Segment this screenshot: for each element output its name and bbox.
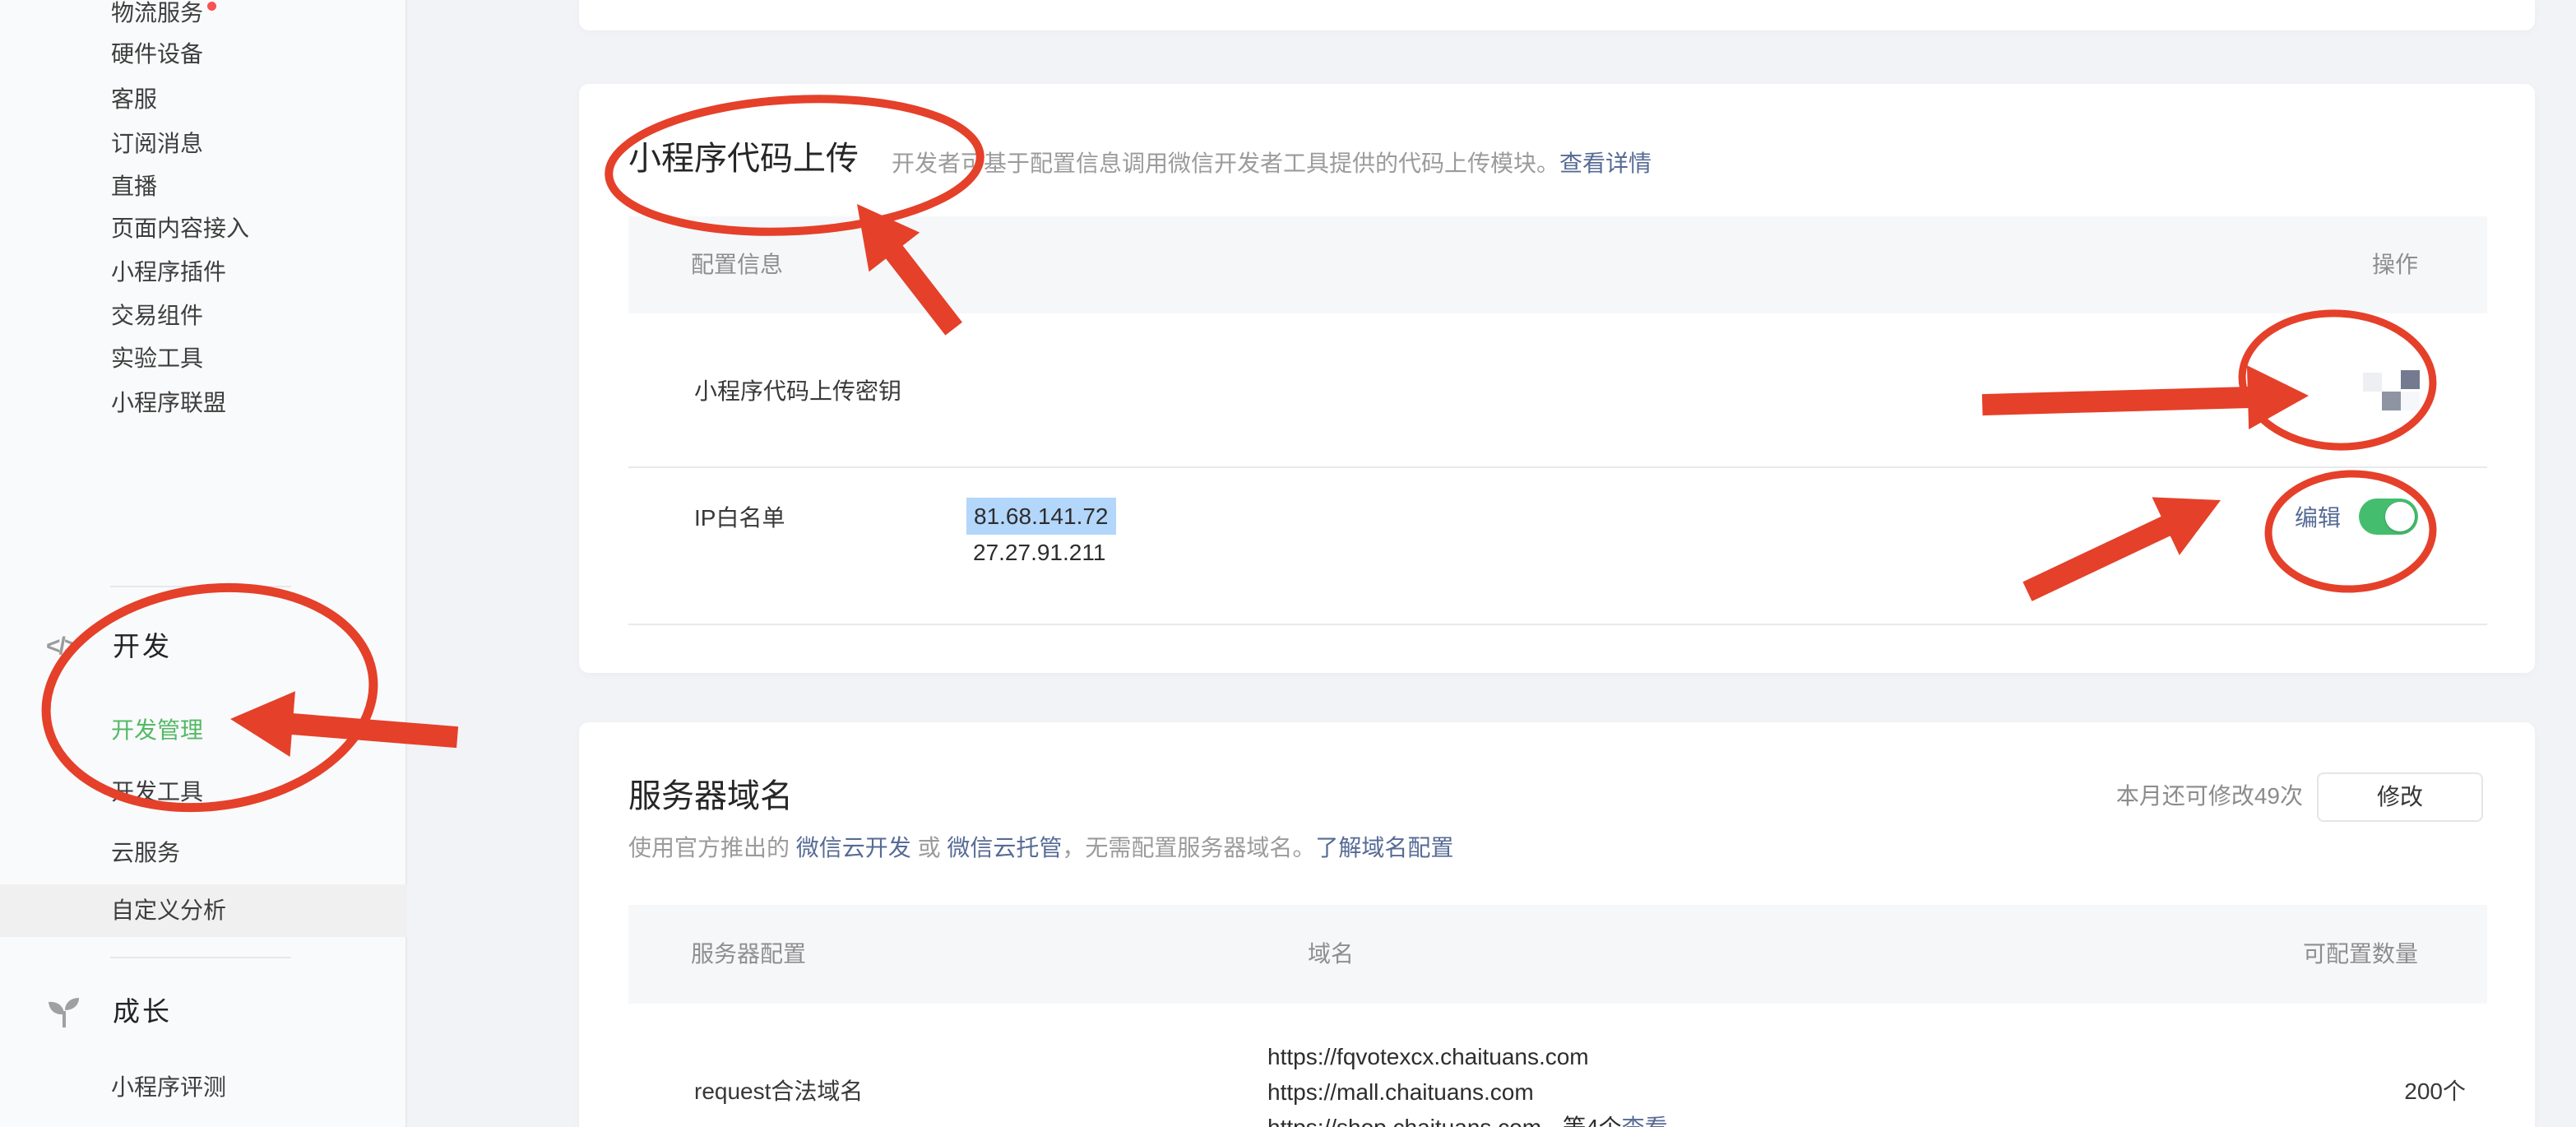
- sidebar-item-dev-tools[interactable]: 开发工具: [111, 776, 374, 809]
- checker-square-light: [2401, 392, 2420, 410]
- ip-line-second: 27.27.91.211: [966, 535, 1116, 570]
- domain-more-count: 等4个: [1563, 1115, 1622, 1127]
- checker-square-dark: [2401, 370, 2420, 389]
- page-canvas: 物流服务 硬件设备 客服 订阅消息 直播 页面内容接入 小程序插件 交易组件 实…: [0, 0, 2576, 1127]
- sidebar-item-logistics[interactable]: 物流服务: [111, 0, 374, 30]
- intro-prefix: 使用官方推出的: [628, 835, 796, 860]
- sidebar-item-trade-component[interactable]: 交易组件: [111, 299, 374, 332]
- sprout-icon-svg: [46, 995, 82, 1029]
- quantity-value: 200个: [2404, 1080, 2466, 1103]
- new-badge-dot: [207, 2, 216, 11]
- code-upload-card: 小程序代码上传 开发者可基于配置信息调用微信开发者工具提供的代码上传模块。查看详…: [579, 84, 2535, 673]
- request-domain-list: https://fqvotexcx.chaituans.com https://…: [1267, 1039, 1668, 1127]
- ip-line-selected: 81.68.141.72: [966, 499, 1116, 535]
- domain-table-header: 服务器配置 域名 可配置数量: [628, 905, 2487, 1004]
- request-domain-row-label: request合法域名: [694, 1080, 863, 1103]
- domain-line-text: https://shop.chaituans.com: [1267, 1115, 1541, 1127]
- server-domain-card: 服务器域名 本月还可修改49次 修改 使用官方推出的 微信云开发 或 微信云托管…: [579, 722, 2535, 1127]
- quantity-header: 可配置数量: [2303, 905, 2418, 1004]
- toggle-knob: [2385, 502, 2415, 531]
- sidebar-item-miniapp-union[interactable]: 小程序联盟: [111, 387, 374, 420]
- cloud-dev-link[interactable]: 微信云开发: [796, 835, 911, 860]
- sidebar: 物流服务 硬件设备 客服 订阅消息 直播 页面内容接入 小程序插件 交易组件 实…: [0, 0, 407, 1127]
- code-icon: </>: [46, 629, 86, 664]
- domain-header: 域名: [1308, 905, 1354, 1004]
- ip-edit-link[interactable]: 编辑: [2295, 507, 2341, 530]
- divider: [110, 957, 291, 958]
- sidebar-item-custom-analysis[interactable]: 自定义分析: [111, 894, 374, 927]
- domain-config-link[interactable]: 了解域名配置: [1315, 835, 1453, 860]
- sidebar-item-dev-management[interactable]: 开发管理: [111, 714, 374, 747]
- sidebar-item-page-content[interactable]: 页面内容接入: [111, 212, 374, 245]
- divider: [628, 624, 2487, 625]
- upload-key-row-label: 小程序代码上传密钥: [694, 380, 901, 403]
- config-table-header: 配置信息 操作: [628, 216, 2487, 313]
- generate-key-icon[interactable]: [2363, 373, 2420, 410]
- card-description: 开发者可基于配置信息调用微信开发者工具提供的代码上传模块。查看详情: [892, 151, 1652, 177]
- ip-selected-text: 81.68.141.72: [966, 498, 1116, 535]
- domain-line: https://fqvotexcx.chaituans.com: [1267, 1039, 1668, 1074]
- card-title-code-upload: 小程序代码上传: [628, 141, 859, 177]
- previous-card-bottom: [579, 0, 2535, 30]
- cloud-host-link[interactable]: 微信云托管: [947, 835, 1062, 860]
- view-details-link[interactable]: 查看详情: [1559, 151, 1652, 176]
- divider: [628, 466, 2487, 468]
- ip-whitelist-row-label: IP白名单: [694, 507, 785, 530]
- modify-quota-text: 本月还可修改49次: [2116, 784, 2303, 809]
- checker-square-light: [2363, 373, 2382, 392]
- modify-button[interactable]: 修改: [2317, 772, 2483, 822]
- sprout-icon: [46, 995, 86, 1029]
- action-header: 操作: [2372, 216, 2418, 313]
- sidebar-item-experiment-tools[interactable]: 实验工具: [111, 342, 374, 375]
- server-config-header: 服务器配置: [691, 905, 806, 1004]
- sidebar-item-subscribe-message[interactable]: 订阅消息: [111, 128, 374, 160]
- sidebar-section-growth: 成长: [113, 995, 359, 1029]
- ip-whitelist-values: 81.68.141.72 27.27.91.211: [966, 499, 1116, 570]
- sidebar-item-hardware[interactable]: 硬件设备: [111, 38, 374, 71]
- sidebar-item-miniapp-plugin[interactable]: 小程序插件: [111, 256, 374, 289]
- card-title-server-domain: 服务器域名: [628, 778, 793, 814]
- ip-whitelist-toggle[interactable]: [2359, 499, 2418, 535]
- sidebar-item-cloud-service[interactable]: 云服务: [111, 837, 374, 870]
- intro-suffix: ，无需配置服务器域名。: [1062, 835, 1315, 860]
- domain-line: https://shop.chaituans.com 等4个查看: [1267, 1110, 1668, 1127]
- sidebar-section-dev: 开发: [113, 629, 359, 664]
- card-description-text: 开发者可基于配置信息调用微信开发者工具提供的代码上传模块。: [892, 151, 1559, 176]
- config-info-header: 配置信息: [691, 216, 783, 313]
- domain-line: https://mall.chaituans.com: [1267, 1074, 1668, 1110]
- sidebar-item-customer-service[interactable]: 客服: [111, 83, 374, 116]
- domain-card-intro: 使用官方推出的 微信云开发 或 微信云托管，无需配置服务器域名。了解域名配置: [628, 835, 1453, 861]
- sidebar-item-miniapp-evaluation[interactable]: 小程序评测: [111, 1071, 374, 1104]
- checker-square-dark: [2382, 392, 2401, 410]
- intro-or: 或: [911, 835, 947, 860]
- domain-view-link[interactable]: 查看: [1622, 1115, 1668, 1127]
- sidebar-item-live[interactable]: 直播: [111, 170, 374, 203]
- divider: [110, 586, 291, 587]
